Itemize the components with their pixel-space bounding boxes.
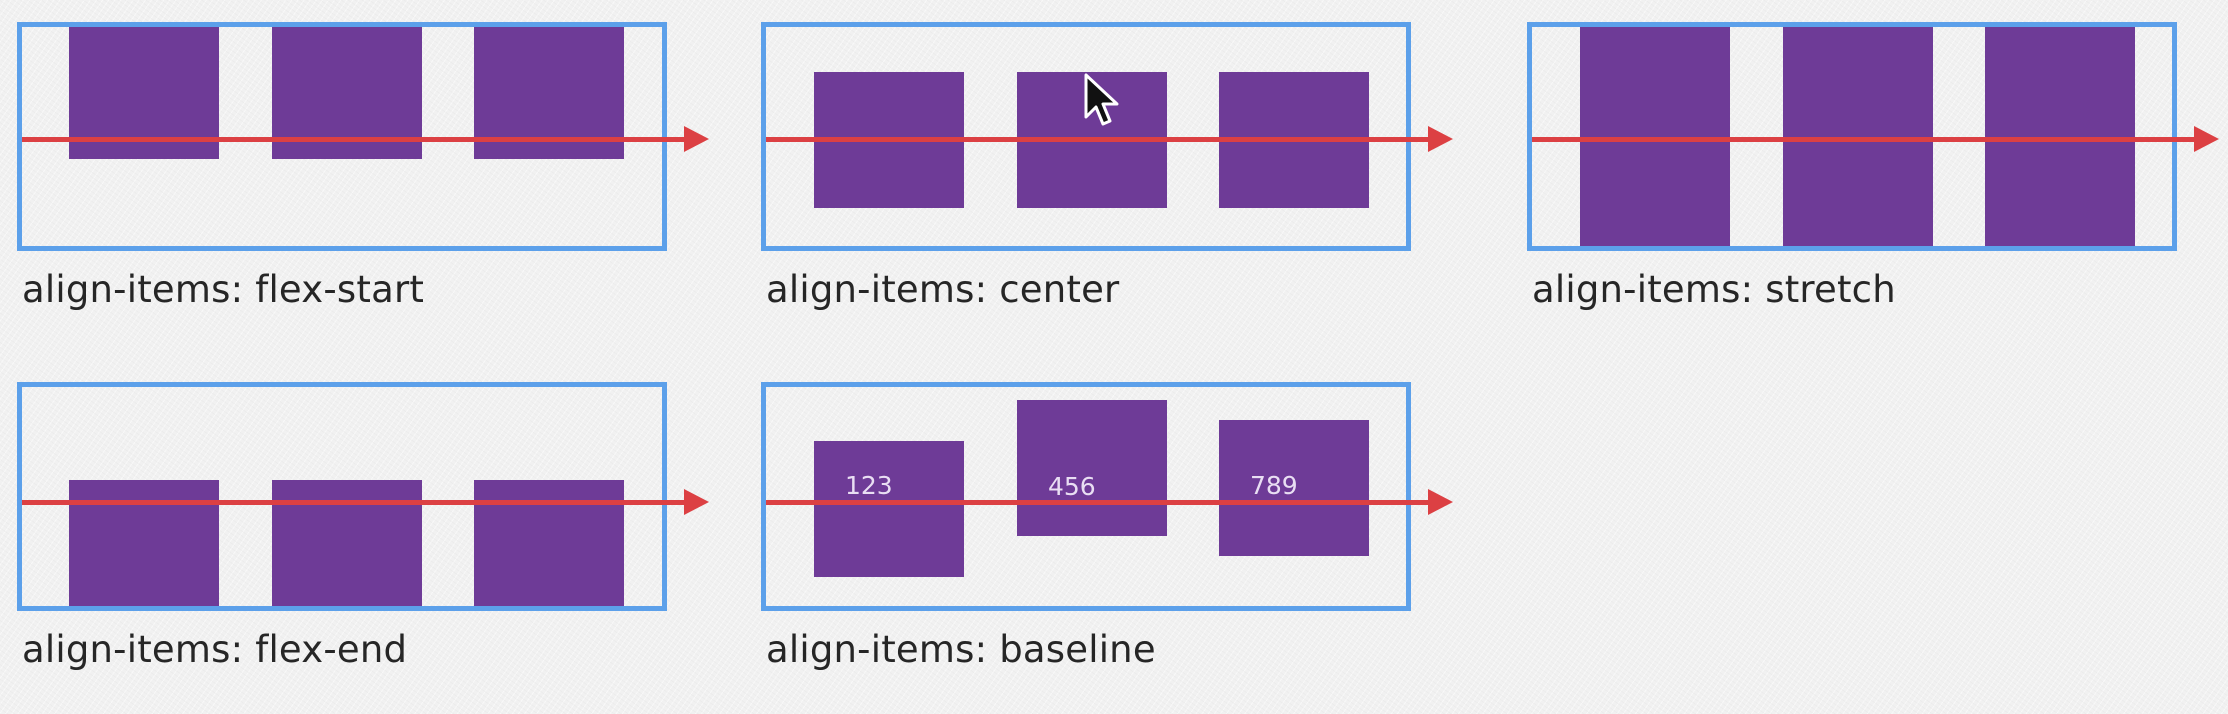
caption: align-items: flex-start	[22, 268, 425, 311]
arrow-head-icon	[1428, 489, 1453, 515]
caption: align-items: flex-end	[22, 628, 408, 671]
cursor-arrow-icon	[1084, 73, 1119, 126]
main-axis-line	[766, 500, 1433, 505]
item-label: 123	[845, 471, 893, 500]
flex-item: 789	[1219, 420, 1369, 556]
panel-flex-start: align-items: flex-start	[17, 22, 717, 322]
arrow-head-icon	[2194, 126, 2219, 152]
caption: align-items: center	[766, 268, 1120, 311]
flex-item: 456	[1017, 400, 1167, 536]
flex-item	[272, 480, 422, 606]
panel-stretch: align-items: stretch	[1527, 22, 2227, 322]
arrow-head-icon	[1428, 126, 1453, 152]
main-axis-line	[766, 137, 1433, 142]
panel-flex-end: align-items: flex-end	[17, 382, 717, 682]
panel-baseline: 123 456 789 align-items: baseline	[761, 382, 1461, 682]
arrow-head-icon	[684, 489, 709, 515]
main-axis-line	[22, 137, 689, 142]
item-label: 456	[1048, 472, 1096, 501]
main-axis-line	[22, 500, 689, 505]
caption: align-items: baseline	[766, 628, 1156, 671]
flex-item	[69, 480, 219, 606]
flex-item: 123	[814, 441, 964, 577]
panel-center: align-items: center	[761, 22, 1461, 322]
main-axis-line	[1532, 137, 2199, 142]
flex-item	[474, 480, 624, 606]
caption: align-items: stretch	[1532, 268, 1896, 311]
arrow-head-icon	[684, 126, 709, 152]
item-label: 789	[1250, 471, 1298, 500]
